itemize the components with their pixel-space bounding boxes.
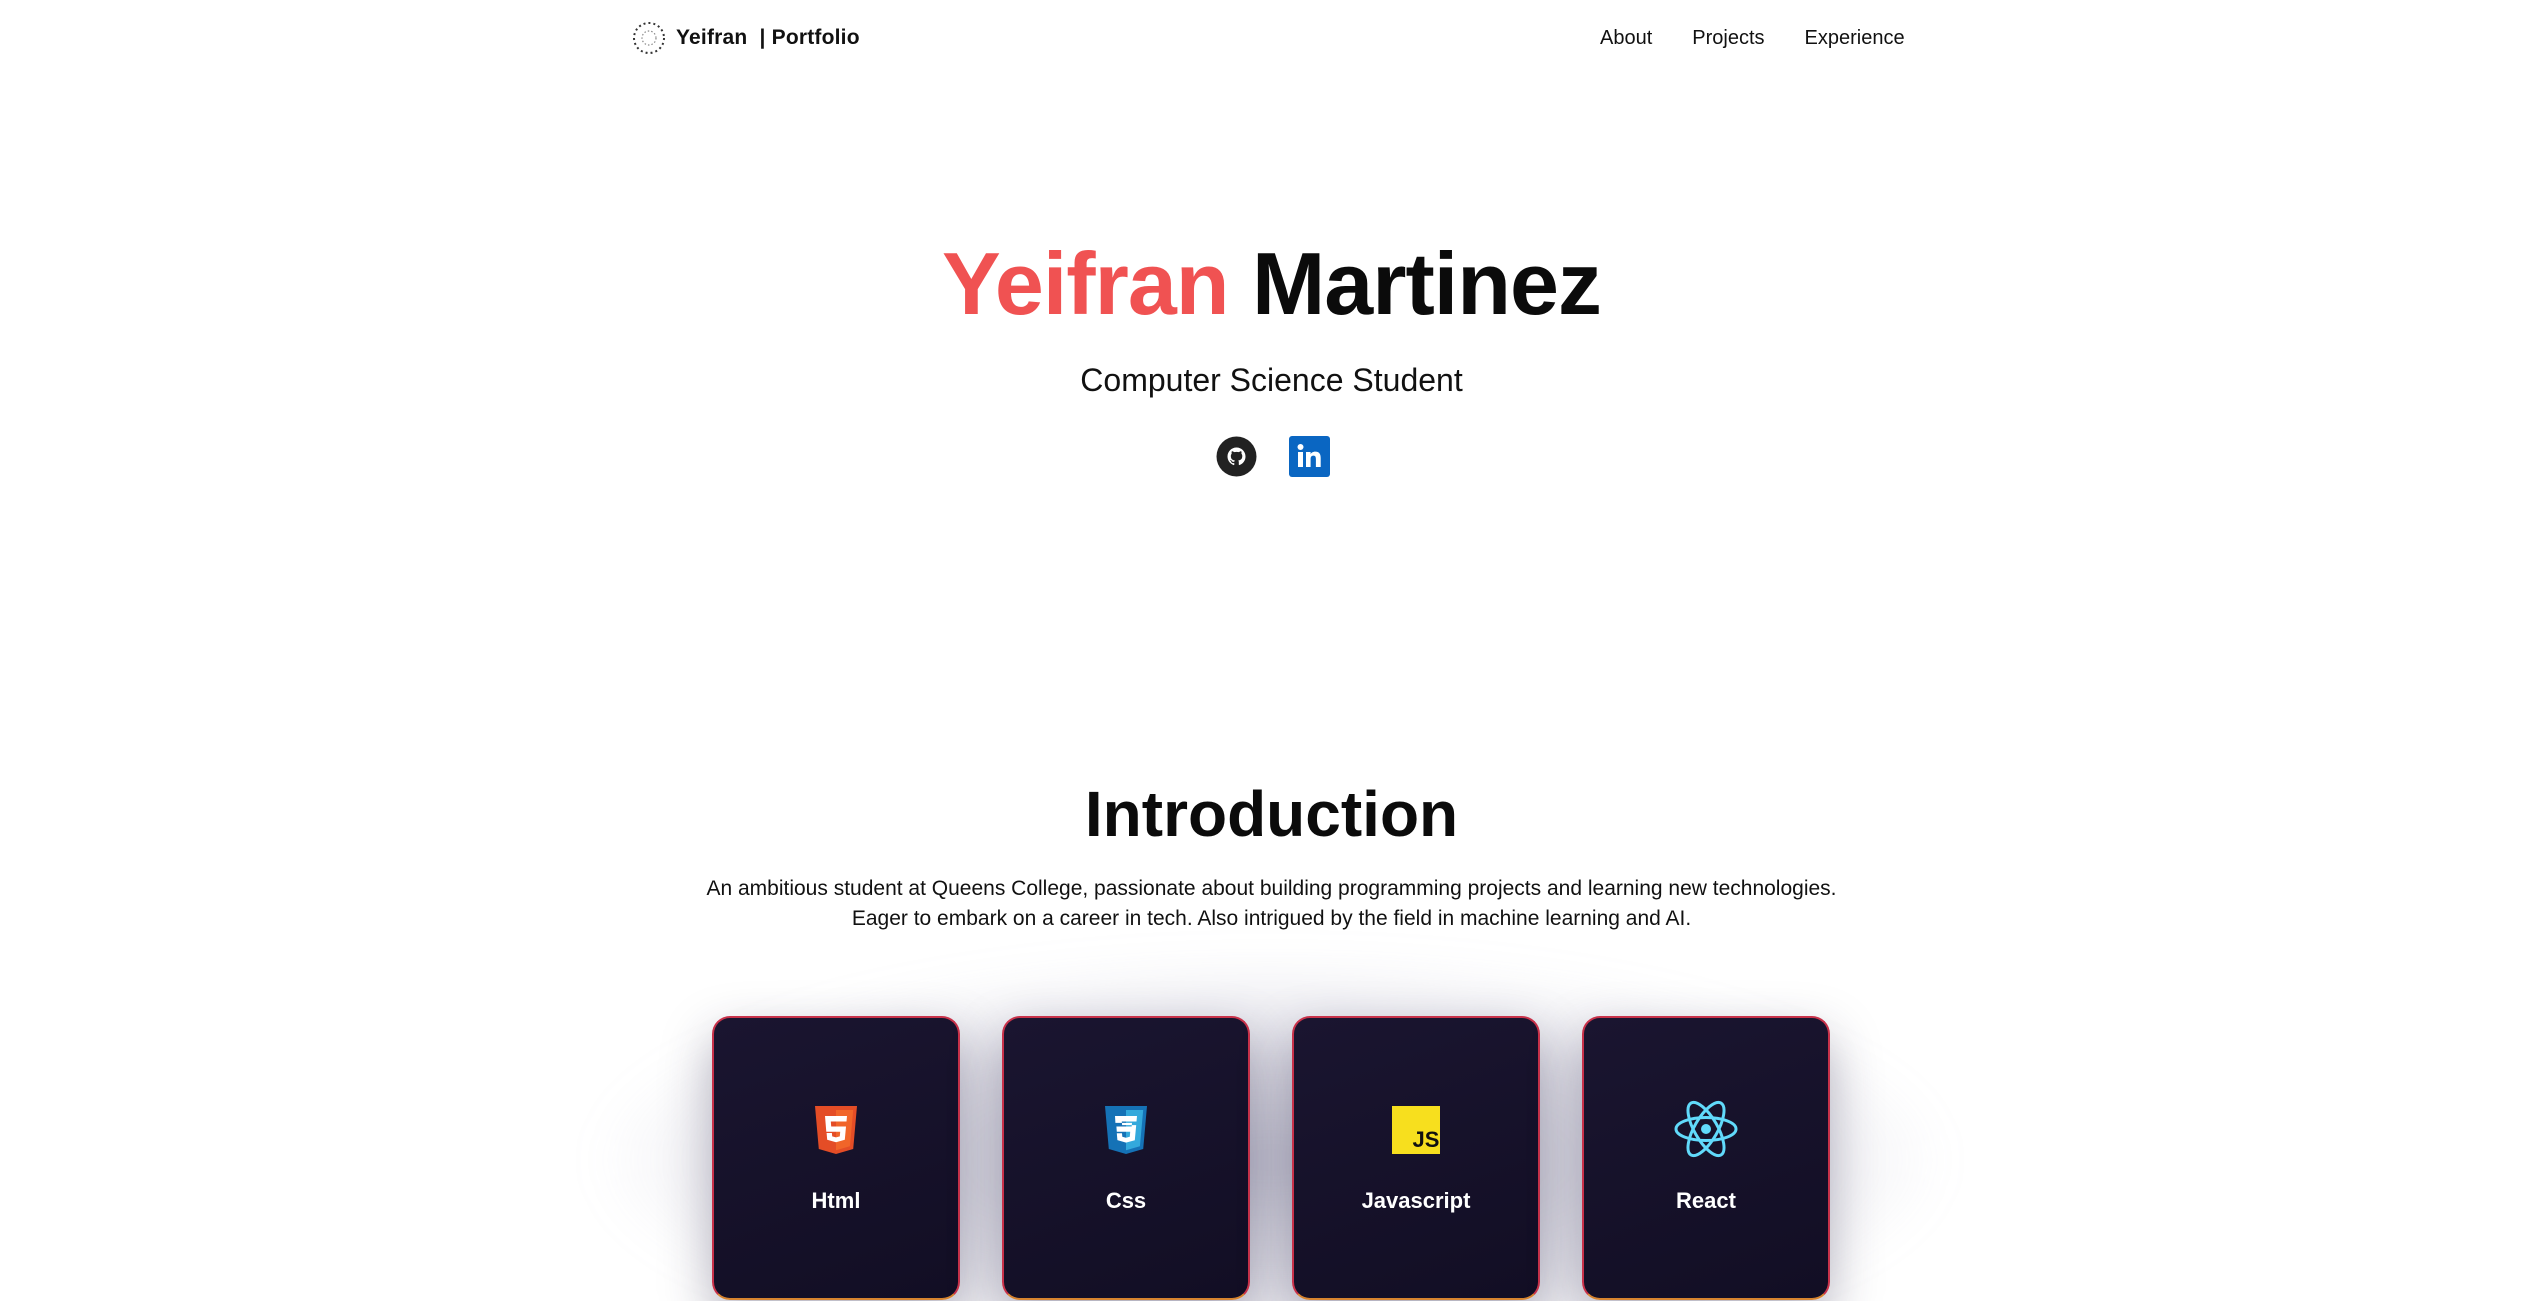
portfolio-page: Yeifran | Portfolio About Projects Exper…: [0, 0, 2543, 1301]
linkedin-icon: [1289, 436, 1330, 477]
skill-label: Javascript: [1361, 1188, 1471, 1213]
skill-card-react[interactable]: React: [1582, 1016, 1830, 1300]
brand-text: Yeifran | Portfolio: [676, 26, 860, 49]
skill-label: Html: [811, 1188, 861, 1213]
intro-text: An ambitious student at Queens College, …: [706, 877, 1837, 930]
hero-first-name: Yeifran: [942, 234, 1229, 333]
hero-subtitle: Computer Science Student: [1080, 362, 1463, 398]
skill-label: Css: [1105, 1188, 1147, 1213]
nav-link-projects[interactable]: Projects: [1692, 22, 1764, 54]
skill-card-javascript[interactable]: JS Javascript: [1292, 1016, 1540, 1300]
linkedin-link[interactable]: [1289, 436, 1330, 477]
nav-links: About Projects Experience: [1600, 22, 1905, 54]
hero-last-name: Martinez: [1251, 234, 1602, 333]
skills-list: Html Css JS Javascript React: [712, 1016, 1830, 1300]
dotted-circle-logo-icon: [633, 22, 665, 54]
nav-link-about[interactable]: About: [1600, 22, 1652, 54]
brand-link[interactable]: Yeifran | Portfolio: [632, 20, 860, 56]
react-icon: [1674, 1100, 1738, 1158]
navbar: Yeifran | Portfolio About Projects Exper…: [0, 0, 2543, 76]
javascript-icon: JS: [1392, 1106, 1440, 1154]
github-icon: [1216, 436, 1257, 477]
social-links: [1216, 436, 1330, 477]
skill-label: React: [1676, 1188, 1736, 1213]
nav-link-experience[interactable]: Experience: [1805, 22, 1905, 54]
skill-card-css[interactable]: Css: [1002, 1016, 1250, 1300]
skill-card-html[interactable]: Html: [712, 1016, 960, 1300]
html5-icon: [815, 1106, 857, 1154]
github-link[interactable]: [1216, 436, 1257, 477]
css3-icon: [1105, 1106, 1147, 1154]
intro-title: Introduction: [1084, 778, 1459, 850]
hero-title: Yeifran Martinez: [0, 232, 2543, 336]
svg-text:JS: JS: [1413, 1127, 1440, 1152]
